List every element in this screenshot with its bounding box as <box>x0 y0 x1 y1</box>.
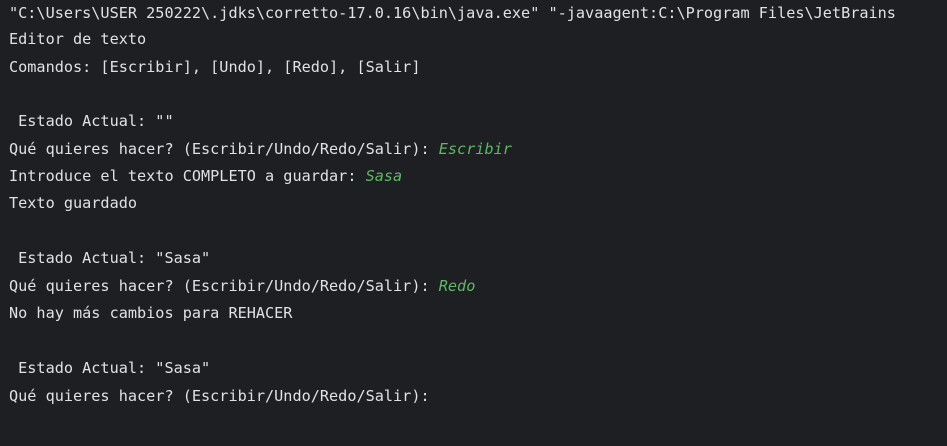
prompt-text: Qué quieres hacer? (Escribir/Undo/Redo/S… <box>9 277 439 295</box>
user-input: Sasa <box>365 167 403 185</box>
prompt-line: Qué quieres hacer? (Escribir/Undo/Redo/S… <box>9 136 512 163</box>
editor-title-line: Editor de texto <box>9 30 147 48</box>
saved-message-line: Texto guardado <box>9 194 138 212</box>
run-console-output[interactable]: "C:\Users\USER 250222\.jdks\corretto-17.… <box>0 0 947 446</box>
prompt-line: Qué quieres hacer? (Escribir/Undo/Redo/S… <box>9 273 475 300</box>
user-input: Redo <box>438 277 476 295</box>
prompt-line[interactable]: Qué quieres hacer? (Escribir/Undo/Redo/S… <box>9 383 439 410</box>
commands-line: Comandos: [Escribir], [Undo], [Redo], [S… <box>9 58 421 76</box>
text-prompt-line: Introduce el texto COMPLETO a guardar: S… <box>9 163 402 190</box>
user-input: Escribir <box>438 140 512 158</box>
state-line: Estado Actual: "Sasa" <box>9 249 211 267</box>
state-line: Estado Actual: "" <box>9 112 174 130</box>
prompt-text: Qué quieres hacer? (Escribir/Undo/Redo/S… <box>9 387 439 405</box>
prompt-text: Introduce el texto COMPLETO a guardar: <box>9 167 366 185</box>
prompt-text: Qué quieres hacer? (Escribir/Undo/Redo/S… <box>9 140 439 158</box>
java-command-line: "C:\Users\USER 250222\.jdks\corretto-17.… <box>9 4 896 22</box>
no-redo-message-line: No hay más cambios para REHACER <box>9 304 293 322</box>
state-line: Estado Actual: "Sasa" <box>9 359 211 377</box>
